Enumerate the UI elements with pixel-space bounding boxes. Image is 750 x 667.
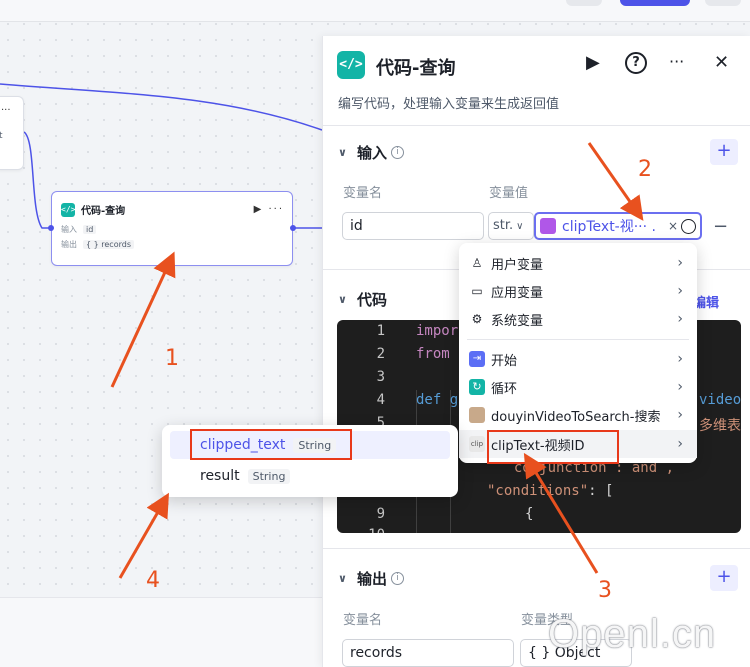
- run-icon[interactable]: ▶: [586, 52, 600, 73]
- divider: [323, 125, 750, 126]
- code-line: "conditions": [: [487, 483, 614, 499]
- input-value-reference[interactable]: clipText-视··· . ×: [534, 212, 702, 240]
- chevron-down-icon: ∨: [338, 293, 347, 306]
- output-name-field[interactable]: records: [342, 639, 514, 667]
- node-output-chip: { } records: [83, 240, 134, 249]
- input-section-header[interactable]: ∨ 输入 i: [338, 142, 404, 163]
- close-icon[interactable]: ✕: [714, 52, 729, 73]
- code-section-header[interactable]: ∨ 代码: [338, 289, 387, 310]
- line-number: 9: [376, 506, 385, 522]
- code-section-title: 代码: [356, 291, 387, 309]
- person-icon: ♙: [471, 256, 483, 270]
- code-line: impor: [416, 323, 459, 339]
- remove-input-button[interactable]: −: [713, 216, 728, 237]
- previous-node[interactable]: ··· t: [0, 96, 24, 170]
- node-output-label: 输出: [61, 240, 77, 249]
- annotation-box-4: [190, 429, 352, 460]
- code-line: {: [525, 506, 534, 522]
- variable-picker-icon[interactable]: [681, 218, 696, 234]
- line-number: 1: [376, 323, 385, 339]
- loop-icon: ↻: [469, 379, 485, 395]
- input-type-select[interactable]: str. ∨: [488, 212, 534, 240]
- cliptext-icon: clip: [469, 436, 485, 452]
- panel-title: 代码-查询: [376, 58, 456, 79]
- help-icon[interactable]: ?: [625, 52, 647, 74]
- annotation-number: 2: [638, 157, 652, 182]
- line-number: 3: [376, 369, 385, 385]
- node-controls[interactable]: ▶ ···: [254, 204, 284, 215]
- output-col-name: 变量名: [343, 613, 383, 628]
- input-col-value: 变量值: [489, 186, 529, 201]
- menu-item-loop[interactable]: ↻ 循环 ›: [459, 373, 697, 401]
- annotation-box-3: [487, 430, 619, 464]
- type-value: str.: [493, 218, 514, 233]
- chevron-down-icon: ∨: [338, 146, 347, 159]
- add-input-button[interactable]: +: [710, 139, 738, 165]
- output-section-title: 输出: [356, 570, 387, 588]
- input-section-title: 输入: [356, 144, 387, 162]
- code-icon: </>: [337, 51, 365, 79]
- annotation-number: 1: [165, 346, 179, 371]
- menu-item-start[interactable]: ⇥ 开始 ›: [459, 345, 697, 373]
- watermark: Openl.cn: [548, 612, 717, 656]
- output-port[interactable]: [290, 225, 296, 231]
- code-fragment: 多维表: [699, 418, 741, 434]
- node-input-chip: id: [83, 225, 97, 234]
- input-port[interactable]: [48, 225, 54, 231]
- start-icon: ⇥: [469, 351, 485, 367]
- input-name-field[interactable]: id: [342, 212, 484, 240]
- code-query-node[interactable]: </> 代码-查询 ▶ ··· 输入 id 输出 { } records: [48, 191, 296, 266]
- reference-label: clipText-视··· .: [562, 219, 656, 235]
- info-icon: i: [390, 146, 404, 159]
- canvas-footer: [0, 597, 322, 667]
- line-number: 10: [363, 527, 385, 533]
- line-number: 2: [376, 346, 385, 362]
- divider: [323, 548, 750, 549]
- code-icon: </>: [61, 202, 75, 217]
- chevron-down-icon: ∨: [516, 221, 524, 232]
- input-col-name: 变量名: [343, 186, 383, 201]
- node-input-label: 输入: [61, 225, 77, 234]
- menu-item-system-vars[interactable]: ⚙ 系统变量 ›: [459, 305, 697, 333]
- panel-description: 编写代码，处理输入变量来生成返回值: [338, 97, 560, 112]
- info-icon: i: [390, 572, 404, 585]
- line-number: 4: [376, 392, 385, 408]
- code-line: def g: [416, 392, 459, 408]
- cliptext-icon: [540, 218, 556, 234]
- menu-item-douyin[interactable]: douyinVideoToSearch-搜索 ›: [459, 401, 697, 429]
- node-menu-icon[interactable]: ···: [1, 105, 11, 116]
- annotation-number: 3: [598, 578, 612, 603]
- folder-icon: ▭: [471, 284, 483, 298]
- code-line: from: [416, 346, 450, 362]
- code-fragment: video_: [699, 392, 741, 408]
- clear-icon[interactable]: ×: [668, 219, 678, 233]
- annotation-number: 4: [146, 568, 160, 593]
- menu-item-app-vars[interactable]: ▭ 应用变量 ›: [459, 277, 697, 305]
- chevron-down-icon: ∨: [338, 572, 347, 585]
- menu-item-user-vars[interactable]: ♙ 用户变量 ›: [459, 249, 697, 277]
- more-icon[interactable]: ···: [669, 52, 684, 71]
- avatar-icon: [469, 407, 485, 423]
- node-title: 代码-查询: [81, 206, 126, 217]
- add-output-button[interactable]: +: [710, 565, 738, 591]
- output-option-result[interactable]: result String: [170, 462, 450, 490]
- output-section-header[interactable]: ∨ 输出 i: [338, 568, 404, 589]
- node-label: t: [0, 131, 3, 141]
- gear-icon: ⚙: [471, 312, 483, 326]
